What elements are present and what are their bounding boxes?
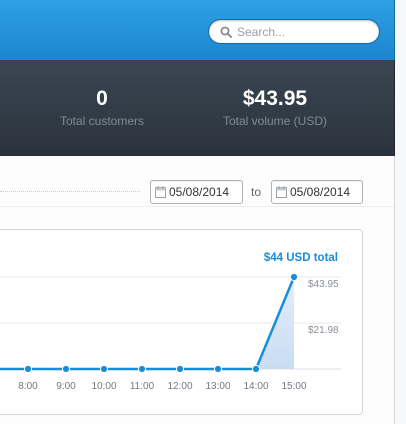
data-point [99, 364, 109, 374]
calendar-icon [276, 186, 287, 198]
x-tick-label: 9:00 [56, 381, 76, 392]
stat-label: Total customers [59, 114, 145, 128]
main-content: 05/08/2014 to 05/08/2014 8:00 9:00 10:00 11… [0, 156, 395, 424]
search-icon [220, 26, 232, 38]
top-navigation-bar [0, 0, 395, 60]
x-tick-label: 8:00 [18, 381, 38, 392]
stat-value: 0 [96, 87, 108, 110]
x-tick-label: 10:00 [91, 381, 116, 392]
data-point [175, 364, 185, 374]
y-tick-label: $21.98 [308, 325, 339, 336]
date-from-value: 05/08/2014 [169, 185, 230, 199]
date-to-field[interactable]: 05/08/2014 [271, 180, 363, 204]
date-from-field[interactable]: 05/08/2014 [150, 180, 243, 204]
volume-chart: 8:00 9:00 10:00 11:00 12:00 13:00 14:00 15:00 $4… [0, 252, 341, 392]
dotted-separator [0, 191, 140, 192]
stat-label: Total volume (USD) [222, 114, 328, 128]
calendar-icon [155, 186, 166, 198]
data-point [23, 364, 33, 374]
data-point [289, 272, 299, 282]
data-point [137, 364, 147, 374]
stats-panel: 0 Total customers $43.95 Total volume (U… [0, 60, 395, 156]
y-tick-label: $43.95 [308, 279, 339, 290]
x-tick-label: 13:00 [205, 381, 230, 392]
x-tick-label: 15:00 [281, 381, 306, 392]
x-tick-label: 11:00 [130, 381, 155, 392]
date-range-to-label: to [251, 185, 262, 199]
volume-chart-card: 8:00 9:00 10:00 11:00 12:00 13:00 14:00 15:00 $4… [0, 229, 363, 415]
data-point [251, 364, 261, 374]
search-input[interactable] [237, 24, 377, 39]
stat-value: $43.95 [242, 87, 308, 110]
data-point [61, 364, 71, 374]
date-to-value: 05/08/2014 [290, 185, 351, 199]
stat-total-volume: $43.95 Total volume (USD) [212, 86, 338, 128]
data-point [213, 364, 223, 374]
section-divider [0, 206, 394, 207]
search-box[interactable] [208, 19, 380, 44]
chart-total-label: $44 USD total [264, 252, 338, 264]
x-tick-label: 12:00 [167, 381, 192, 392]
x-tick-label: 14:00 [243, 381, 268, 392]
stat-total-customers: 0 Total customers [52, 86, 152, 128]
